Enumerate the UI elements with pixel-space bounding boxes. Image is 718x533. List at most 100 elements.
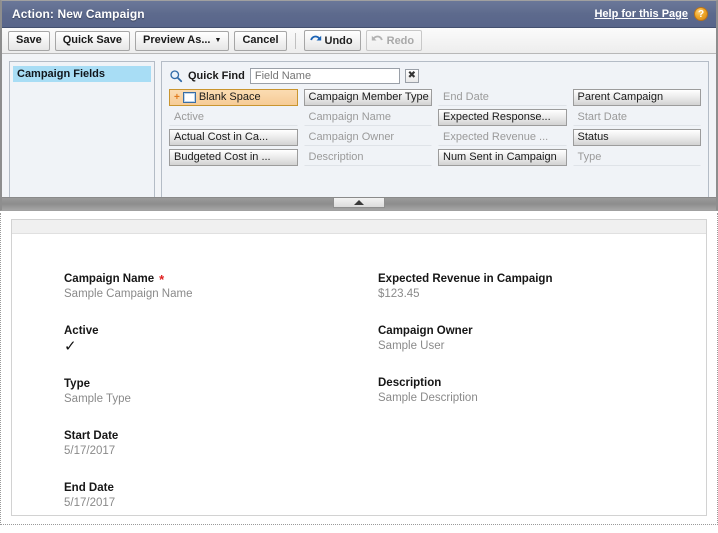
blank-space-icon xyxy=(182,92,196,103)
field-chip[interactable]: Description xyxy=(303,149,432,166)
form-field: End Date 5/17/2017 xyxy=(64,481,368,511)
form-field-label: Start Date xyxy=(64,429,368,443)
form-field-label: Campaign Name * xyxy=(64,272,368,286)
form-field-label: Campaign Owner xyxy=(378,324,682,338)
triangle-up-glyph xyxy=(354,200,364,205)
field-chip-label: Campaign Name xyxy=(308,111,392,123)
field-chip-label: Expected Revenue ... xyxy=(443,131,549,143)
form-field-label-text: Expected Revenue in Campaign xyxy=(378,273,553,285)
form-field-label-text: Type xyxy=(64,378,90,390)
field-chip-label: Description xyxy=(308,151,364,163)
header-bar: Action: New Campaign Help for this Page … xyxy=(2,1,716,28)
question-mark-icon[interactable]: ? xyxy=(694,7,708,21)
editor-body: Campaign Fields Quick Find ✖ + Blank Spac… xyxy=(2,54,716,203)
preview-top-strip xyxy=(12,220,706,234)
field-chip[interactable]: Num Sent in Campaign xyxy=(438,149,567,166)
quick-save-button[interactable]: Quick Save xyxy=(54,30,131,51)
field-chip-label: Type xyxy=(577,151,602,163)
layout-preview-canvas: Campaign Name * Sample Campaign Name Active… xyxy=(0,213,718,525)
field-chip-label: Start Date xyxy=(577,111,628,123)
field-chip-label: Active xyxy=(174,111,204,123)
field-chip[interactable]: Parent Campaign xyxy=(572,89,701,106)
form-field-value: Sample Type xyxy=(64,393,131,405)
preview-as-button[interactable]: Preview As... ▼ xyxy=(135,30,230,51)
form-field-label: Type xyxy=(64,377,368,391)
form-field-label-text: End Date xyxy=(64,482,114,494)
form-field-label: End Date xyxy=(64,481,368,495)
field-chip-label: Num Sent in Campaign xyxy=(443,151,557,163)
redo-button[interactable]: Redo xyxy=(365,30,423,51)
field-chip[interactable]: End Date xyxy=(438,89,567,106)
form-field: Type Sample Type xyxy=(64,377,368,407)
quick-find-label: Quick Find xyxy=(188,70,245,82)
field-chip-label: End Date xyxy=(443,91,489,103)
form-field-label-text: Active xyxy=(64,325,99,337)
form-left-column: Campaign Name * Sample Campaign Name Active… xyxy=(64,272,368,533)
field-chip[interactable]: Campaign Name xyxy=(303,109,432,126)
form-field-label-text: Campaign Name xyxy=(64,273,155,285)
quick-find-row: Quick Find ✖ xyxy=(162,62,708,89)
field-chip[interactable]: Budgeted Cost in ... xyxy=(169,149,298,166)
help-for-this-page-link[interactable]: Help for this Page xyxy=(594,8,688,20)
page-title: Action: New Campaign xyxy=(12,7,145,21)
chevron-down-icon: ▼ xyxy=(214,37,222,44)
undo-label: Undo xyxy=(324,34,353,47)
field-palette: Quick Find ✖ + Blank Space Campaign Member… xyxy=(161,61,709,203)
quick-find-input[interactable] xyxy=(249,68,400,84)
field-chip[interactable]: Status xyxy=(572,129,701,146)
form-field-label-text: Description xyxy=(378,377,442,389)
cancel-button[interactable]: Cancel xyxy=(234,30,287,51)
field-chip-grid: + Blank Space Campaign Member Type End Date… xyxy=(162,89,708,172)
form-field: Campaign Name * Sample Campaign Name xyxy=(64,272,368,302)
form-field-value: 5/17/2017 xyxy=(64,497,116,509)
field-chip[interactable]: Active xyxy=(169,109,298,126)
toolbar-divider xyxy=(294,32,296,49)
field-chip[interactable]: Start Date xyxy=(572,109,701,126)
field-chip-label: Campaign Owner xyxy=(308,131,395,143)
preview-card: Campaign Name * Sample Campaign Name Active… xyxy=(11,219,707,516)
save-button[interactable]: Save xyxy=(8,30,50,51)
field-chip-label: Parent Campaign xyxy=(577,91,664,103)
form-field: Description Sample Description xyxy=(378,376,682,406)
field-chip[interactable]: Campaign Owner xyxy=(303,129,432,146)
field-chip-label: Budgeted Cost in ... xyxy=(174,151,271,163)
form-field-label: Description xyxy=(378,376,682,390)
toolbar: Save Quick Save Preview As... ▼ Cancel U… xyxy=(2,28,716,54)
field-chip-label: Actual Cost in Ca... xyxy=(174,131,269,143)
form-field: Campaign Owner Sample User xyxy=(378,324,682,354)
form-field-value: Sample User xyxy=(378,340,445,352)
field-chip[interactable]: Expected Revenue ... xyxy=(438,129,567,146)
form-field-label: Active xyxy=(64,324,368,338)
field-chip-label: Campaign Member Type xyxy=(308,91,429,103)
form-fields-grid: Campaign Name * Sample Campaign Name Active… xyxy=(12,234,706,533)
field-chip[interactable]: Actual Cost in Ca... xyxy=(169,129,298,146)
form-field-value: Sample Campaign Name xyxy=(64,288,193,300)
redo-arrow-icon xyxy=(371,33,384,49)
field-chip-label: Expected Response... xyxy=(443,111,551,123)
layout-editor-frame: Action: New Campaign Help for this Page … xyxy=(0,0,718,211)
field-chip-label: Blank Space xyxy=(198,91,261,103)
form-field: Expected Revenue in Campaign $123.45 xyxy=(378,272,682,302)
form-field-value: Sample Description xyxy=(378,392,478,404)
undo-arrow-icon xyxy=(309,33,322,49)
form-field-label-text: Campaign Owner xyxy=(378,325,473,337)
form-right-column: Expected Revenue in Campaign $123.45 Campa… xyxy=(378,272,682,533)
form-field: Start Date 5/17/2017 xyxy=(64,429,368,459)
field-chip[interactable]: Expected Response... xyxy=(438,109,567,126)
form-field-label: Expected Revenue in Campaign xyxy=(378,272,682,286)
magnifier-icon xyxy=(169,69,183,83)
collapse-triangle-up-icon[interactable] xyxy=(333,198,385,208)
field-chip[interactable]: Type xyxy=(572,149,701,166)
sidebar-item-campaign-fields[interactable]: Campaign Fields xyxy=(13,66,151,82)
field-chip[interactable]: Campaign Member Type xyxy=(303,89,432,106)
form-field: Active ✓ xyxy=(64,324,368,355)
field-chip-label: Status xyxy=(577,131,609,143)
redo-label: Redo xyxy=(386,34,415,47)
field-chip[interactable]: + Blank Space xyxy=(169,89,298,106)
required-asterisk-icon: * xyxy=(159,271,165,287)
panel-splitter[interactable] xyxy=(2,197,716,210)
checkmark-icon: ✓ xyxy=(64,338,77,355)
preview-as-label: Preview As... xyxy=(143,34,211,46)
close-icon[interactable]: ✖ xyxy=(404,69,419,83)
undo-button[interactable]: Undo xyxy=(303,30,361,51)
